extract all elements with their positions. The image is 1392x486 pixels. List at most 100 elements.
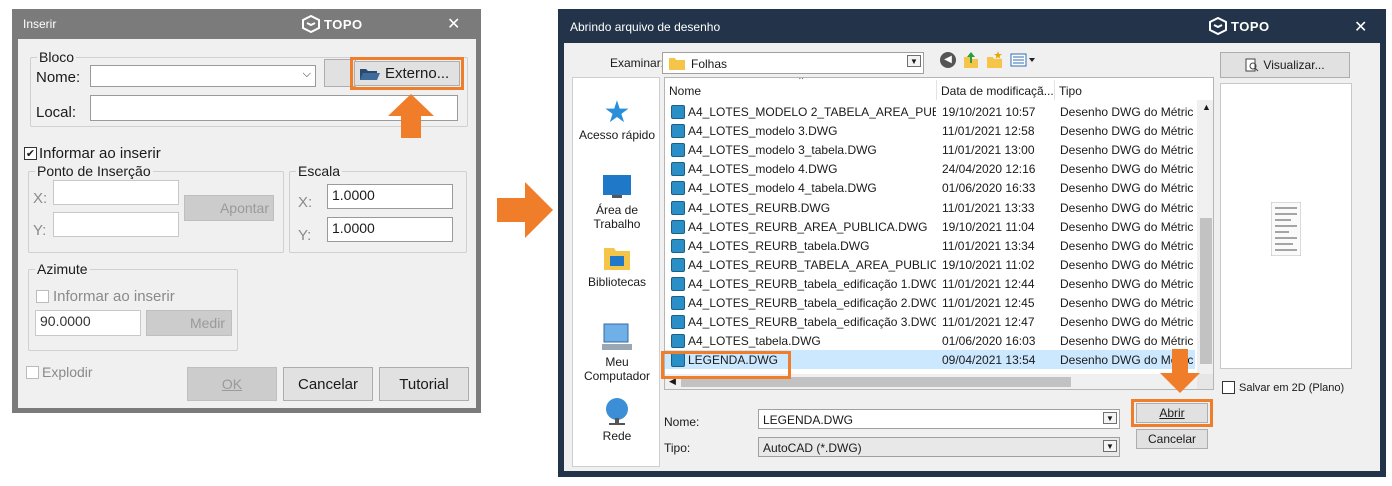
abrir-dialog: Abrindo arquivo de desenho TOPO ✕ Examin… — [558, 9, 1386, 477]
tipo-field-value: AutoCAD (*.DWG) — [763, 441, 862, 455]
escala-x-value: 1.0000 — [332, 187, 375, 203]
preview-pane — [1220, 83, 1352, 369]
explodir-checkbox[interactable] — [26, 365, 39, 379]
orange-arrow-up-icon — [388, 94, 434, 138]
azimute-legend: Azimute — [37, 261, 88, 277]
column-nome[interactable]: Nome — [665, 80, 937, 100]
tipo-field[interactable]: AutoCAD (*.DWG) ▼ — [758, 437, 1120, 457]
azimute-informar-row[interactable]: Informar ao inserir — [36, 288, 175, 305]
desktop-icon — [603, 175, 631, 198]
file-row[interactable]: A4_LOTES_tabela.DWG 01/06/2020 16:03 Desen… — [665, 331, 1195, 350]
file-name: A4_LOTES_modelo 3.DWG — [688, 124, 838, 139]
file-row[interactable]: A4_LOTES_REURB_TABELA_AREA_PUBLICA.D... 1… — [665, 255, 1195, 274]
file-row[interactable]: A4_LOTES_REURB_AREA_PUBLICA.DWG 19/10/202… — [665, 217, 1195, 236]
visualizar-button[interactable]: Visualizar... — [1220, 52, 1350, 78]
apontar-button[interactable]: Apontar — [184, 195, 274, 221]
cancelar-button[interactable]: Cancelar — [283, 367, 373, 401]
file-row[interactable]: A4_LOTES_REURB_tabela_edificação 1.DWG 11… — [665, 274, 1195, 293]
column-data[interactable]: Data de modificaçã... — [937, 80, 1055, 100]
file-date: 09/04/2021 13:54 — [942, 353, 1036, 368]
escala-y-value: 1.0000 — [332, 220, 375, 236]
drawing-thumbnail-icon — [1271, 202, 1301, 256]
dwg-file-icon — [671, 257, 685, 272]
folder-icon — [669, 58, 685, 70]
close-icon[interactable]: ✕ — [1354, 17, 1367, 37]
vertical-scroll-thumb[interactable] — [1200, 218, 1212, 364]
file-date: 24/04/2020 12:16 — [942, 162, 1036, 177]
nome-field[interactable]: LEGENDA.DWG ▼ — [758, 409, 1120, 429]
place-area-de-trabalho[interactable]: Área de Trabalho — [573, 174, 661, 231]
chevron-down-icon: ▼ — [907, 55, 921, 67]
azimute-input[interactable]: 90.0000 — [35, 310, 141, 336]
examinar-combo[interactable]: Folhas ▼ — [662, 52, 924, 74]
place-meu-computador[interactable]: Meu Computador — [573, 322, 661, 383]
file-name: A4_LOTES_REURB_tabela_edificação 3.DWG — [688, 315, 936, 330]
star-icon: ★ — [603, 96, 631, 129]
legenda-highlight — [661, 351, 791, 379]
file-date: 11/01/2021 12:47 — [942, 315, 1035, 330]
ok-label: OK — [221, 376, 243, 392]
file-type: Desenho DWG do Métric — [1060, 162, 1194, 177]
scroll-up-icon[interactable]: ▲ — [1202, 102, 1211, 112]
preview-icon — [1245, 58, 1259, 72]
view-menu-icon[interactable] — [1010, 52, 1036, 68]
abrir-button[interactable]: Abrir — [1136, 403, 1208, 423]
place-bibliotecas[interactable]: Bibliotecas — [573, 244, 661, 289]
file-type: Desenho DWG do Métric — [1060, 124, 1194, 139]
place-label: Bibliotecas — [587, 275, 647, 289]
escala-legend: Escala — [298, 163, 341, 179]
file-row[interactable]: A4_LOTES_modelo 4_tabela.DWG 01/06/2020 1… — [665, 178, 1195, 197]
nome-combo[interactable]: ⌵ — [90, 65, 316, 87]
medir-label: Medir — [189, 315, 225, 331]
up-folder-icon[interactable] — [962, 51, 980, 69]
nome-field-label: Nome: — [664, 415, 700, 429]
file-row[interactable]: A4_LOTES_REURB_tabela_edificação 2.DWG 11… — [665, 293, 1195, 312]
visualizar-label: Visualizar... — [1263, 58, 1325, 72]
folder-open-icon — [360, 68, 380, 80]
medir-button[interactable]: Medir — [146, 310, 232, 336]
cancelar-open-button[interactable]: Cancelar — [1136, 429, 1208, 449]
apontar-label: Apontar — [219, 200, 269, 216]
ponto-x-input[interactable] — [53, 180, 179, 205]
place-acesso-rapido[interactable]: ★ Acesso rápido — [573, 96, 661, 143]
file-row[interactable]: A4_LOTES_modelo 4.DWG 24/04/2020 12:16 Des… — [665, 159, 1195, 178]
azimute-informar-checkbox[interactable] — [36, 290, 49, 303]
escala-y-input[interactable]: 1.0000 — [327, 217, 453, 242]
file-type: Desenho DWG do Métric — [1060, 143, 1194, 158]
externo-button[interactable]: Externo... — [354, 61, 460, 86]
place-label: Acesso rápido — [578, 128, 656, 142]
ponto-y-input[interactable] — [53, 212, 179, 237]
salvar2d-row[interactable]: Salvar em 2D (Plano) — [1222, 381, 1344, 394]
inserir-dialog: Inserir TOPO ✕ Bloco Nome: ⌵ Externo... … — [12, 9, 481, 413]
explodir-row[interactable]: Explodir — [26, 364, 93, 380]
close-icon[interactable]: ✕ — [447, 14, 460, 34]
vertical-scrollbar[interactable]: ▲ — [1197, 100, 1213, 374]
column-nome-label: Nome — [669, 84, 702, 98]
file-row[interactable]: A4_LOTES_REURB.DWG 11/01/2021 13:33 Desenh… — [665, 198, 1195, 217]
back-icon[interactable]: ◀ — [940, 52, 956, 68]
file-row[interactable]: A4_LOTES_MODELO 2_TABELA_AREA_PUBLI... 19… — [665, 102, 1195, 121]
file-name: A4_LOTES_REURB_TABELA_AREA_PUBLICA.D... — [688, 257, 936, 272]
dwg-file-icon — [671, 219, 685, 234]
column-tipo[interactable]: Tipo — [1055, 80, 1195, 100]
file-name: A4_LOTES_REURB_tabela_edificação 1.DWG — [688, 276, 936, 291]
ok-button[interactable]: OK — [187, 367, 277, 401]
escala-x-input[interactable]: 1.0000 — [327, 184, 453, 209]
topo-logo-text: TOPO — [324, 16, 363, 32]
new-folder-icon[interactable] — [986, 51, 1004, 69]
file-name: A4_LOTES_REURB.DWG — [688, 200, 831, 215]
file-row[interactable]: A4_LOTES_REURB_tabela_edificação 3.DWG 11… — [665, 312, 1195, 331]
file-row[interactable]: A4_LOTES_modelo 3_tabela.DWG 11/01/2021 1… — [665, 140, 1195, 159]
salvar2d-checkbox[interactable] — [1222, 381, 1235, 394]
informar-checkbox[interactable]: ✔ — [24, 147, 37, 160]
dwg-file-icon — [671, 276, 685, 291]
orange-arrow-right-icon — [497, 182, 553, 238]
place-rede[interactable]: Rede — [573, 396, 661, 443]
abrir-title: Abrindo arquivo de desenho — [570, 20, 721, 34]
chevron-down-icon: ⌵ — [302, 68, 311, 80]
file-row[interactable]: A4_LOTES_REURB_tabela.DWG 11/01/2021 13:3… — [665, 236, 1195, 255]
file-row[interactable]: A4_LOTES_modelo 3.DWG 11/01/2021 12:58 Des… — [665, 121, 1195, 140]
informar-checkbox-row[interactable]: ✔ Informar ao inserir — [24, 145, 161, 162]
file-type: Desenho DWG do Métric — [1060, 334, 1194, 349]
tutorial-button[interactable]: Tutorial — [379, 367, 469, 401]
